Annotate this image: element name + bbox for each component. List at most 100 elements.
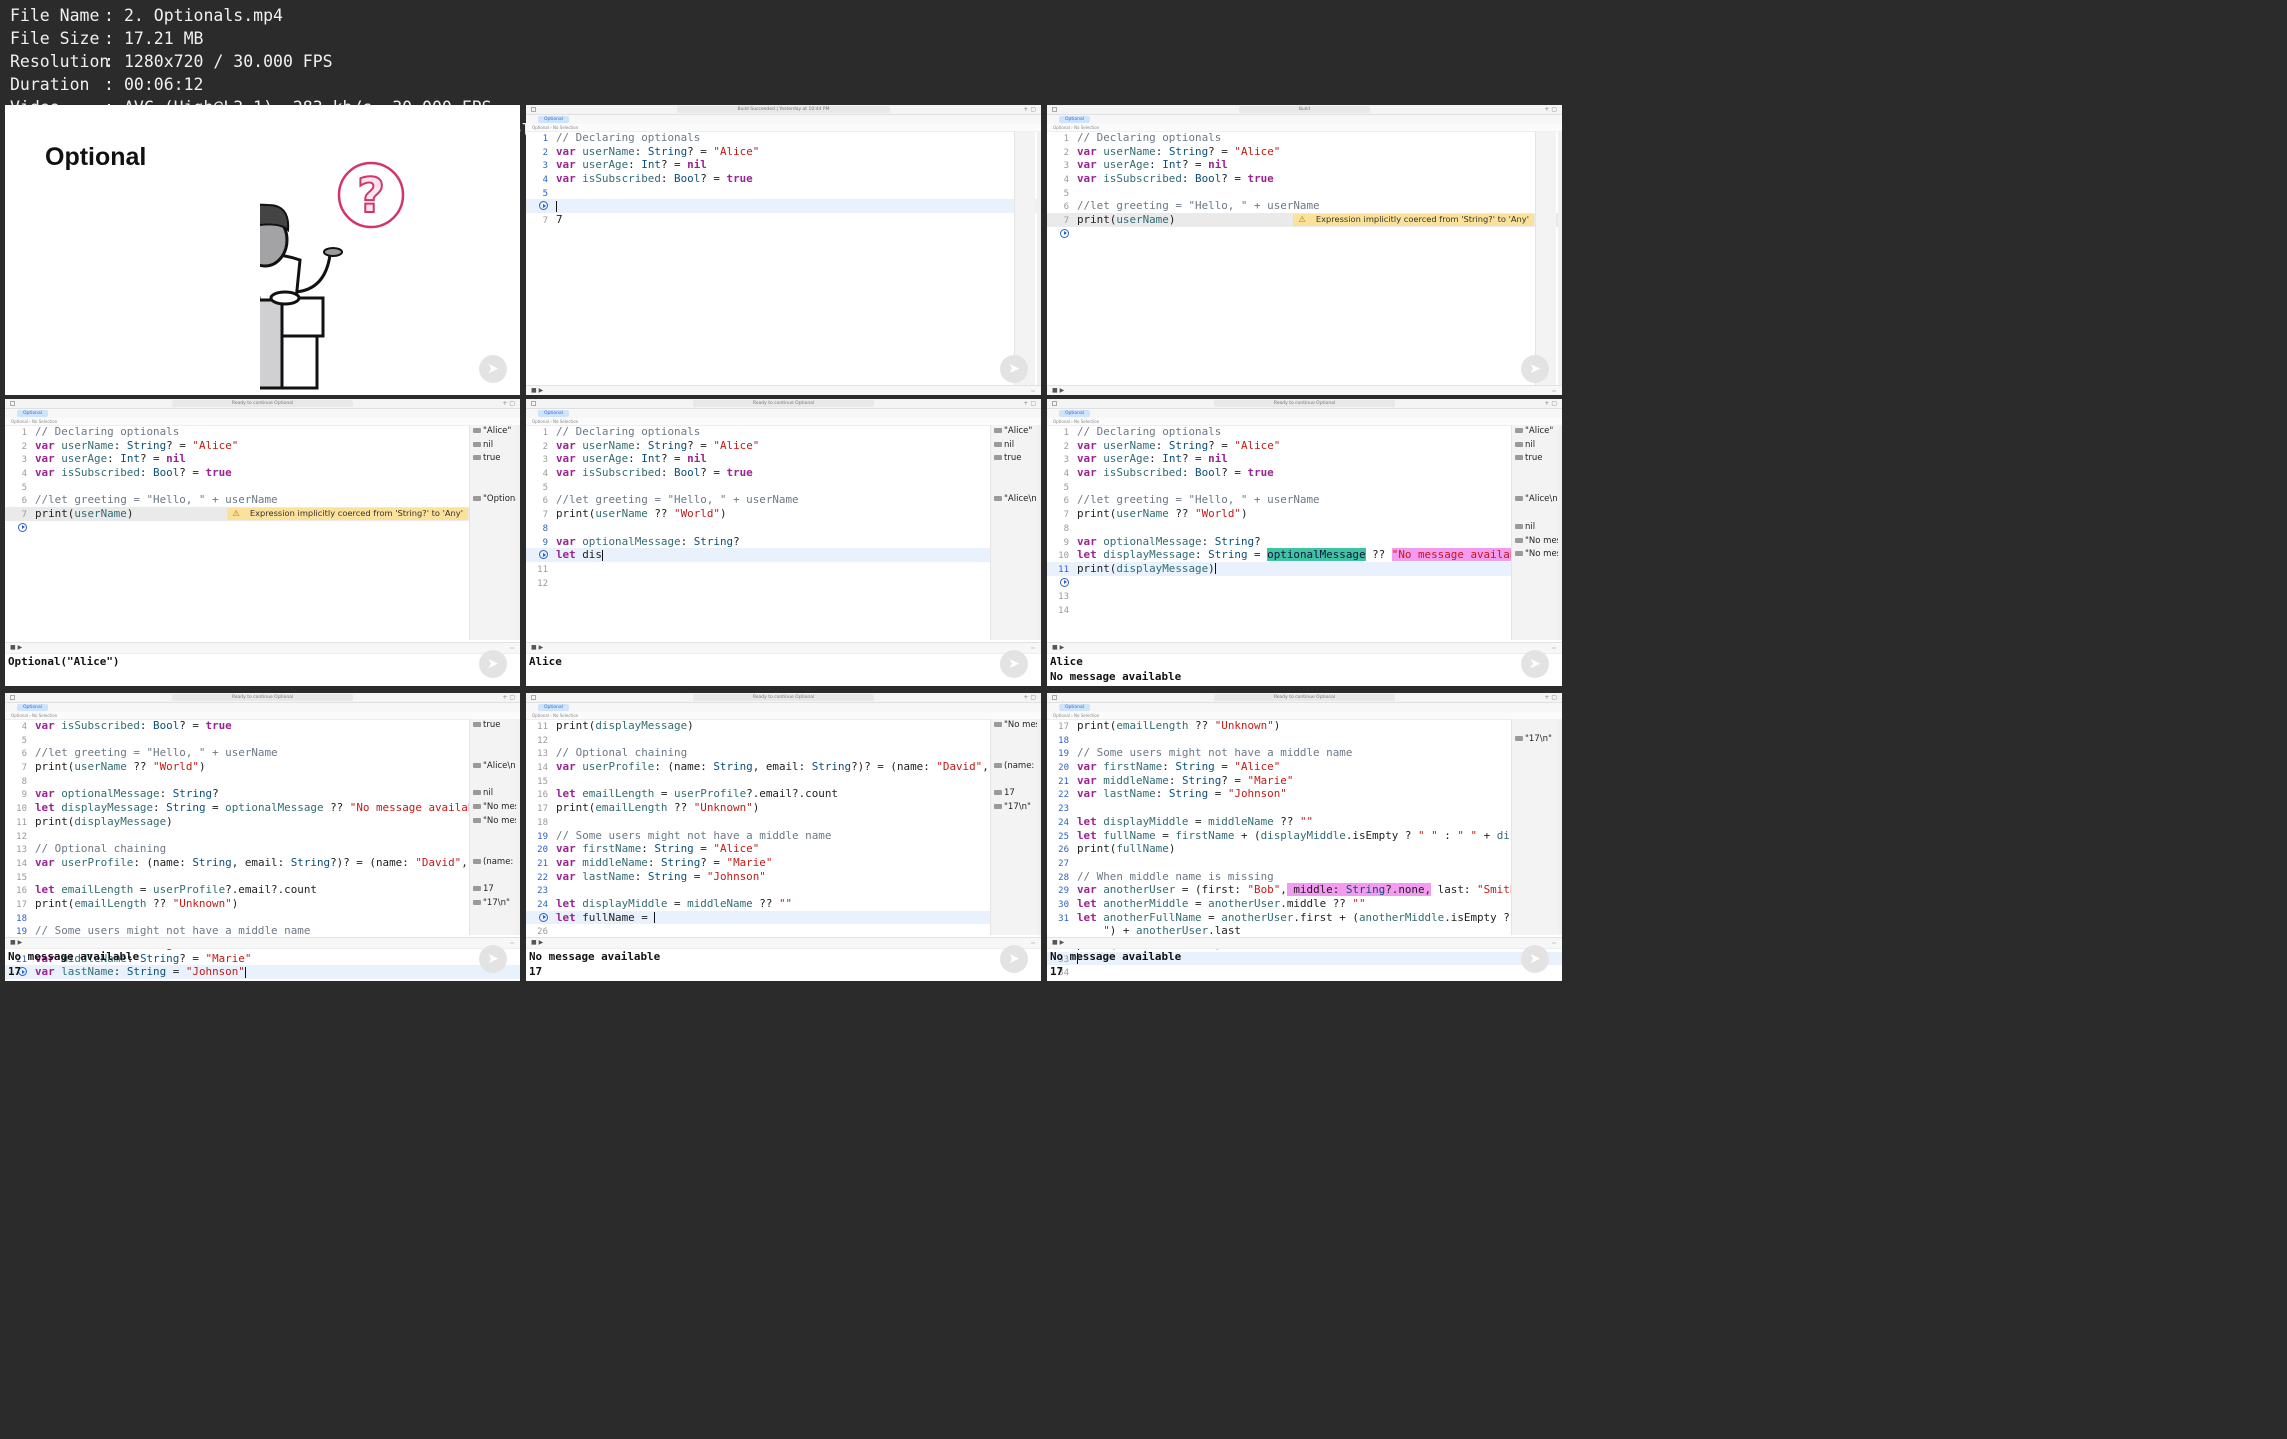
quick-look-icon[interactable]	[994, 804, 1002, 810]
code-line[interactable]: let dis	[526, 548, 1041, 562]
code-editor[interactable]: 1// Declaring optionals 2 var userName: St…	[5, 425, 520, 535]
result-value[interactable]: "Alice"	[1512, 425, 1558, 439]
tab-optional[interactable]: Optional	[538, 116, 570, 123]
play-icon[interactable]: ■ ▶	[1052, 938, 1064, 948]
add-icon[interactable]: + ▢	[1023, 399, 1036, 408]
code-line[interactable]: 18	[5, 911, 520, 925]
code-line[interactable]: 17 print(emailLength ?? "Unknown")	[526, 801, 1041, 815]
code-line[interactable]: 14 var userProfile: (name: String, email:…	[526, 760, 1041, 774]
code-line[interactable]: 10 let displayMessage: String = optionalM…	[5, 801, 520, 815]
play-icon[interactable]: ■ ▶	[531, 643, 543, 653]
result-value[interactable]: "No mes...	[470, 815, 516, 829]
code-line[interactable]: 28// When middle name is missing	[1047, 870, 1562, 884]
code-line[interactable]	[526, 199, 1041, 214]
scrollbar[interactable]	[1037, 719, 1041, 935]
code-line[interactable]	[5, 521, 520, 535]
code-line[interactable]: 3 var userAge: Int? = nil	[526, 452, 1041, 466]
result-value[interactable]: true	[991, 452, 1037, 466]
code-line[interactable]: 9 var optionalMessage: String?	[5, 787, 520, 801]
code-editor[interactable]: 11 print(displayMessage) 12 13// Optional c…	[526, 719, 1041, 952]
result-value[interactable]: "Alice\n"	[991, 493, 1037, 507]
run-line-icon[interactable]	[18, 522, 27, 532]
quick-look-icon[interactable]	[1515, 455, 1523, 461]
result-value[interactable]: nil	[470, 787, 516, 801]
add-icon[interactable]: + ▢	[1023, 105, 1036, 114]
code-line[interactable]: 5	[1047, 186, 1562, 200]
code-line[interactable]: 8	[526, 521, 1041, 535]
code-line[interactable]: 23	[1047, 801, 1562, 815]
code-line[interactable]: 14 var userProfile: (name: String, email:…	[5, 856, 520, 870]
code-line[interactable]: 6//let greeting = "Hello, " + userName	[1047, 493, 1562, 507]
code-line[interactable]: 24 let displayMiddle = middleName ?? ""	[526, 897, 1041, 911]
code-line[interactable]: 3 var userAge: Int? = nil	[526, 158, 1041, 172]
quick-look-icon[interactable]	[994, 722, 1002, 727]
sidebar-toggle-icon[interactable]	[1052, 401, 1057, 406]
code-line[interactable]: 2 var userName: String? = "Alice"	[526, 145, 1041, 159]
add-icon[interactable]: + ▢	[1023, 693, 1036, 702]
quick-look-icon[interactable]	[473, 886, 481, 892]
code-line[interactable]: 5	[5, 733, 520, 747]
result-value[interactable]: nil	[470, 439, 516, 453]
add-icon[interactable]: + ▢	[1544, 399, 1557, 408]
tab-optional[interactable]: Optional	[17, 704, 49, 711]
quick-look-icon[interactable]	[994, 790, 1002, 796]
code-line[interactable]: 22 var lastName: String = "Johnson"	[1047, 787, 1562, 801]
result-value[interactable]: "17\n"	[991, 801, 1037, 815]
code-line[interactable]: 5	[5, 480, 520, 494]
code-line[interactable]	[1047, 227, 1562, 241]
tab-optional[interactable]: Optional	[1059, 410, 1091, 417]
code-line[interactable]: 11 print(displayMessage)	[526, 719, 1041, 733]
result-value[interactable]: "Alice"	[470, 425, 516, 439]
code-line[interactable]: 2 var userName: String? = "Alice"	[5, 439, 520, 453]
code-line[interactable]: 24 let displayMiddle = middleName ?? ""	[1047, 815, 1562, 829]
code-line[interactable]: 20var firstName: String = "Alice"	[526, 842, 1041, 856]
code-line[interactable]: 5	[526, 186, 1041, 200]
code-line[interactable]: 13// Optional chaining	[526, 746, 1041, 760]
quick-look-icon[interactable]	[473, 763, 481, 769]
add-icon[interactable]: + ▢	[502, 693, 515, 702]
quick-look-icon[interactable]	[473, 790, 481, 796]
quick-look-icon[interactable]	[1515, 496, 1523, 502]
result-value[interactable]: "Alice"	[991, 425, 1037, 439]
share-icon[interactable]: ➤	[1521, 945, 1549, 973]
code-line[interactable]: 5	[1047, 480, 1562, 494]
code-line[interactable]: 7 print(userName ?? "World")	[1047, 507, 1562, 521]
tab-optional[interactable]: Optional	[17, 410, 49, 417]
code-line[interactable]: 1// Declaring optionals	[526, 131, 1041, 145]
play-icon[interactable]: ■ ▶	[531, 386, 543, 395]
quick-look-icon[interactable]	[994, 441, 1002, 447]
code-line[interactable]: ") + anotherUser.last	[1047, 924, 1562, 938]
code-line[interactable]: let fullName =	[526, 910, 1041, 925]
share-icon[interactable]: ➤	[479, 355, 507, 383]
code-line[interactable]: 77	[526, 213, 1041, 227]
code-line[interactable]: 11 print(displayMessage)	[1047, 561, 1562, 576]
code-line[interactable]: 25 let fullName = firstName + (displayMid…	[1047, 829, 1562, 843]
code-line[interactable]: 5	[526, 480, 1041, 494]
tab-optional[interactable]: Optional	[538, 410, 570, 417]
code-line[interactable]: 1// Declaring optionals	[5, 425, 520, 439]
result-value[interactable]: nil	[991, 439, 1037, 453]
code-line[interactable]: 3 var userAge: Int? = nil	[1047, 158, 1562, 172]
result-value[interactable]: (name: "...	[991, 760, 1037, 774]
code-line[interactable]: 12	[5, 829, 520, 843]
quick-look-icon[interactable]	[1515, 523, 1523, 529]
code-line[interactable]: 11 print(displayMessage)	[5, 815, 520, 829]
code-line[interactable]: 1// Declaring optionals	[526, 425, 1041, 439]
result-value[interactable]: true	[1512, 452, 1558, 466]
code-line[interactable]: 4 var isSubscribed: Bool? = true	[1047, 466, 1562, 480]
code-line[interactable]: 26 print(fullName)	[1047, 842, 1562, 856]
quick-look-icon[interactable]	[1515, 441, 1523, 447]
play-icon[interactable]: ■ ▶	[10, 643, 22, 653]
code-line[interactable]: 4 var isSubscribed: Bool? = true	[5, 719, 520, 733]
result-value[interactable]: "Optiona...	[470, 493, 516, 507]
sidebar-toggle-icon[interactable]	[531, 695, 536, 700]
code-line[interactable]: 17 print(emailLength ?? "Unknown")	[1047, 719, 1562, 733]
sidebar-toggle-icon[interactable]	[1052, 107, 1057, 112]
share-icon[interactable]: ➤	[1521, 355, 1549, 383]
code-line[interactable]: 21 var middleName: String? = "Marie"	[1047, 774, 1562, 788]
run-line-icon[interactable]	[539, 201, 548, 211]
run-line-icon[interactable]	[539, 550, 548, 560]
quick-look-icon[interactable]	[1515, 735, 1523, 741]
code-line[interactable]: 14	[1047, 603, 1562, 617]
sidebar-toggle-icon[interactable]	[10, 401, 15, 406]
